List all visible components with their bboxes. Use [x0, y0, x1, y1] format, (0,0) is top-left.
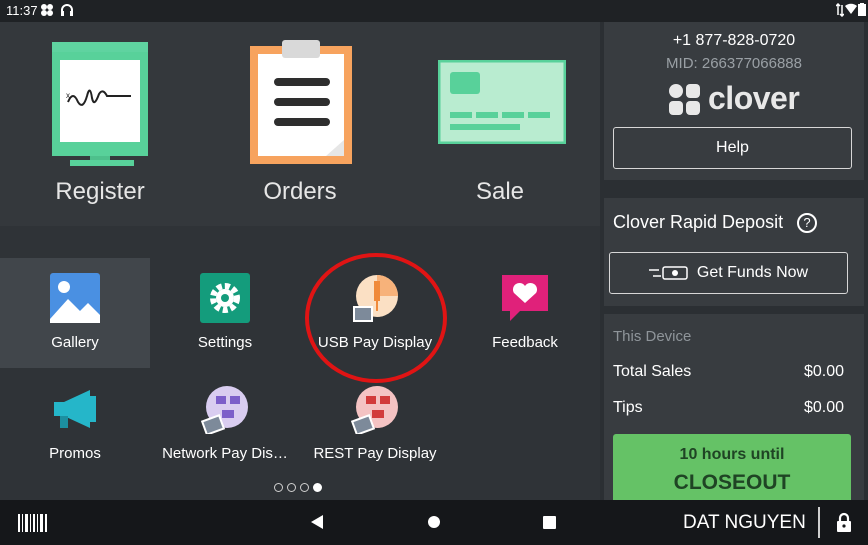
- register-icon: x: [52, 42, 148, 166]
- app-label: Gallery: [51, 334, 99, 351]
- network-pay-display-icon: [200, 386, 248, 434]
- lock-icon[interactable]: [836, 512, 852, 532]
- app-settings[interactable]: Settings: [150, 258, 300, 368]
- closeout-button[interactable]: 10 hours until CLOSEOUT: [613, 434, 851, 500]
- app-label: Promos: [49, 445, 101, 462]
- app-feedback[interactable]: Feedback: [450, 258, 600, 368]
- get-funds-button[interactable]: Get Funds Now: [609, 252, 848, 294]
- closeout-countdown: 10 hours until: [679, 446, 785, 463]
- status-bar: 11:37: [0, 0, 868, 22]
- app-network-pay-display[interactable]: Network Pay Dis…: [150, 369, 300, 479]
- status-time: 11:37: [6, 3, 38, 18]
- rapid-deposit-title: Clover Rapid Deposit: [613, 212, 784, 232]
- feedback-icon: [502, 275, 548, 321]
- register-label: Register: [55, 178, 145, 205]
- gear-icon: [200, 273, 250, 323]
- data-arrows-icon: [835, 2, 845, 20]
- app-launcher: x Register Orders Sale Gallery Settings …: [0, 22, 600, 500]
- battery-icon: [858, 3, 866, 19]
- hero-row: x Register Orders Sale: [0, 22, 600, 226]
- home-icon[interactable]: [427, 515, 441, 529]
- clover-wordmark: clover: [708, 80, 800, 116]
- help-circle-icon[interactable]: ?: [797, 213, 817, 233]
- get-funds-label: Get Funds Now: [696, 264, 809, 281]
- orders-tile[interactable]: Orders: [200, 22, 400, 226]
- employee-name[interactable]: DAT NGUYEN: [683, 512, 806, 534]
- app-label: Feedback: [492, 334, 558, 351]
- recents-icon[interactable]: [543, 516, 556, 529]
- page-dot[interactable]: [300, 483, 309, 492]
- page-dot-active[interactable]: [313, 483, 322, 492]
- card-icon: [438, 60, 566, 144]
- register-tile[interactable]: x Register: [0, 22, 200, 226]
- back-icon[interactable]: [311, 515, 325, 529]
- barcode-icon[interactable]: [18, 514, 48, 532]
- sale-tile[interactable]: Sale: [400, 22, 600, 226]
- page-dot[interactable]: [274, 483, 283, 492]
- clover-leaf-icon: [669, 84, 700, 115]
- wifi-icon: [845, 3, 857, 18]
- nav-divider: [818, 507, 820, 538]
- orders-label: Orders: [263, 178, 337, 205]
- help-button[interactable]: Help: [613, 127, 852, 169]
- device-screen: 11:37 x Register Orders Sale Gallery Set…: [0, 0, 868, 545]
- cash-icon: [648, 266, 688, 280]
- headset-icon: [60, 3, 74, 20]
- app-promos[interactable]: Promos: [0, 369, 150, 479]
- app-label: REST Pay Display: [313, 445, 437, 462]
- sale-label: Sale: [475, 178, 525, 205]
- merchant-id: MID: 266377066888: [666, 55, 802, 72]
- annotation-circle: [305, 253, 447, 383]
- total-sales-label: Total Sales: [613, 363, 692, 380]
- merchant-panel: +1 877-828-0720 MID: 266377066888 clover…: [600, 22, 868, 500]
- page-dot[interactable]: [287, 483, 296, 492]
- app-label: Network Pay Dis…: [162, 445, 288, 462]
- tips-label: Tips: [613, 399, 643, 416]
- app-rest-pay-display[interactable]: REST Pay Display: [300, 369, 450, 479]
- tips-value: $0.00: [803, 399, 844, 416]
- notification-icon: [40, 3, 54, 20]
- navigation-bar: DAT NGUYEN: [0, 500, 868, 545]
- account-card: +1 877-828-0720 MID: 266377066888 clover…: [604, 22, 864, 180]
- gallery-icon: [50, 273, 100, 323]
- page-indicator[interactable]: [274, 479, 326, 492]
- app-gallery[interactable]: Gallery: [0, 258, 150, 368]
- megaphone-icon: [54, 390, 96, 428]
- rest-pay-display-icon: [350, 386, 398, 434]
- device-heading: This Device: [613, 328, 692, 345]
- closeout-label: CLOSEOUT: [673, 471, 791, 494]
- support-phone: +1 877-828-0720: [672, 32, 796, 49]
- svg-text:x: x: [66, 91, 70, 100]
- clipboard-icon: [250, 40, 352, 164]
- app-label: Settings: [197, 334, 253, 351]
- total-sales-value: $0.00: [803, 363, 844, 380]
